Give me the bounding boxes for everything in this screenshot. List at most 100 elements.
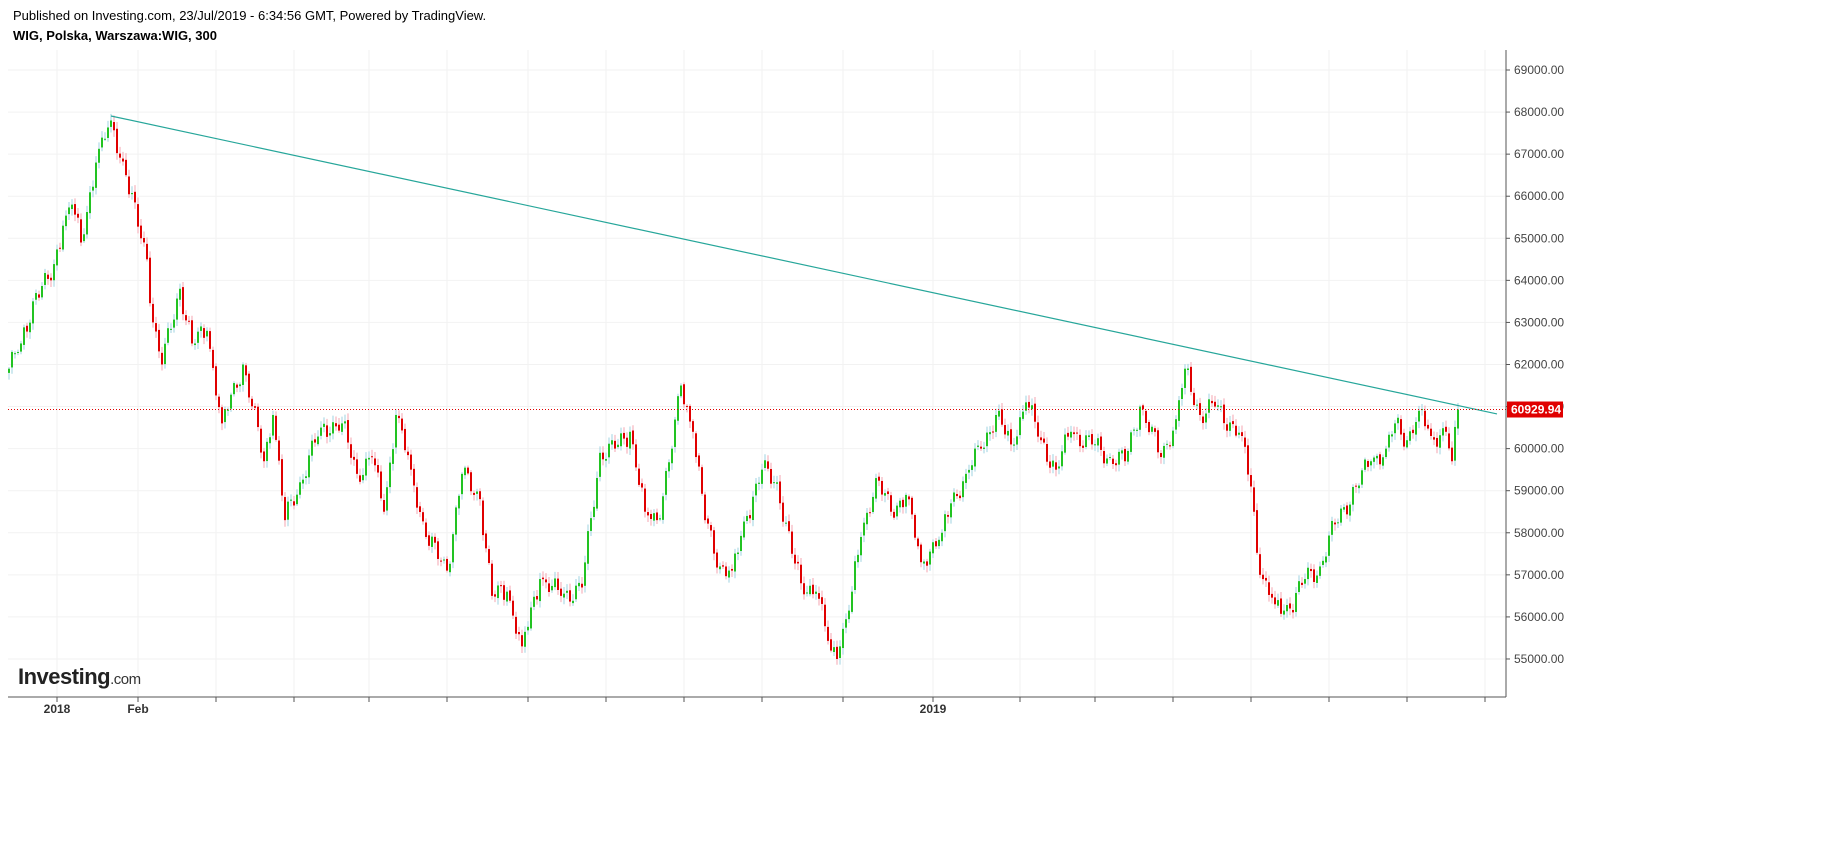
trendline[interactable]: [110, 115, 1498, 415]
candle: [1106, 454, 1108, 467]
candle-body: [932, 542, 934, 554]
candlestick-chart[interactable]: 55000.00 56000.00 57000.00 58000.00 59000.00…: [0, 0, 1841, 847]
candle: [1103, 446, 1105, 468]
candle-body: [1133, 429, 1135, 431]
candle: [1295, 587, 1297, 617]
candle-body: [1343, 507, 1345, 510]
candle-body: [1148, 421, 1150, 433]
candle: [161, 346, 163, 371]
candle-body: [851, 591, 853, 612]
candle: [470, 469, 472, 496]
candle: [1238, 426, 1240, 439]
candle-body: [167, 328, 169, 343]
candle: [788, 514, 790, 534]
candle-body: [623, 432, 625, 439]
candle-body: [953, 492, 955, 502]
candle-body: [1427, 424, 1429, 429]
candle: [326, 418, 328, 444]
candle: [314, 433, 316, 447]
candle-body: [962, 481, 964, 498]
candle-body: [1442, 428, 1444, 436]
candle-body: [1226, 424, 1228, 431]
y-tick-label: 60000.00: [1514, 442, 1564, 456]
candle-body: [1451, 447, 1453, 462]
candle-body: [674, 419, 676, 447]
candle-body: [53, 264, 55, 281]
y-tick-label: 65000.00: [1514, 231, 1564, 245]
candle: [428, 531, 430, 551]
candle-body: [887, 491, 889, 495]
candle: [1007, 424, 1009, 442]
candle-body: [1358, 485, 1360, 489]
candle: [329, 426, 331, 443]
y-tick-label: 64000.00: [1514, 273, 1564, 287]
candle: [1394, 419, 1396, 440]
candle: [1310, 563, 1312, 578]
candle: [872, 492, 874, 514]
candle: [272, 410, 274, 440]
candle-body: [1049, 461, 1051, 468]
candle-body: [632, 430, 634, 445]
candle: [689, 404, 691, 429]
candle: [560, 582, 562, 603]
last-price-label: 60929.94: [1511, 403, 1561, 417]
candle: [524, 626, 526, 653]
candle-body: [536, 596, 538, 600]
candle-body: [1433, 437, 1435, 440]
candle: [341, 416, 343, 436]
candle: [1340, 505, 1342, 526]
candle-body: [209, 331, 211, 349]
candle-body: [1091, 434, 1093, 445]
candle: [539, 572, 541, 608]
candle: [332, 415, 334, 440]
candle: [92, 180, 94, 198]
candle-body: [857, 554, 859, 563]
candle-body: [374, 458, 376, 466]
candle-body: [416, 487, 418, 508]
candle-body: [113, 122, 115, 131]
y-tick-label: 57000.00: [1514, 568, 1564, 582]
candle-body: [713, 530, 715, 554]
candle-body: [1304, 579, 1306, 584]
y-tick-label: 67000.00: [1514, 147, 1564, 161]
candle: [371, 449, 373, 464]
candle-body: [458, 495, 460, 509]
candle: [725, 562, 727, 580]
candle-body: [122, 158, 124, 162]
candle-body: [116, 128, 118, 154]
candle-body: [734, 553, 736, 572]
candle-body: [341, 423, 343, 432]
candle: [335, 416, 337, 431]
candle-body: [659, 518, 661, 520]
candle-body: [1277, 600, 1279, 606]
candle-body: [1088, 435, 1090, 438]
candle-body: [845, 619, 847, 628]
candle: [44, 268, 46, 290]
candle-body: [1232, 421, 1234, 425]
y-tick-label: 68000.00: [1514, 105, 1564, 119]
candle-body: [161, 352, 163, 365]
candle-body: [1076, 432, 1078, 434]
candle: [32, 298, 34, 330]
candle: [815, 585, 817, 600]
candle: [581, 577, 583, 594]
candle-body: [1448, 433, 1450, 449]
candle-body: [1454, 426, 1456, 461]
candle-body: [836, 646, 838, 660]
candle-body: [1436, 437, 1438, 447]
candle: [179, 283, 181, 307]
candle: [911, 495, 913, 519]
candle-body: [1097, 438, 1099, 446]
candle-body: [638, 468, 640, 485]
candle-body: [839, 646, 841, 658]
candle: [1154, 425, 1156, 437]
candle: [1346, 502, 1348, 519]
candle: [707, 515, 709, 529]
candle: [947, 511, 949, 524]
candle: [23, 324, 25, 350]
candle-body: [1259, 554, 1261, 575]
candle: [284, 492, 286, 527]
candle-body: [740, 535, 742, 552]
candle-body: [1385, 448, 1387, 458]
candle-body: [620, 433, 622, 447]
